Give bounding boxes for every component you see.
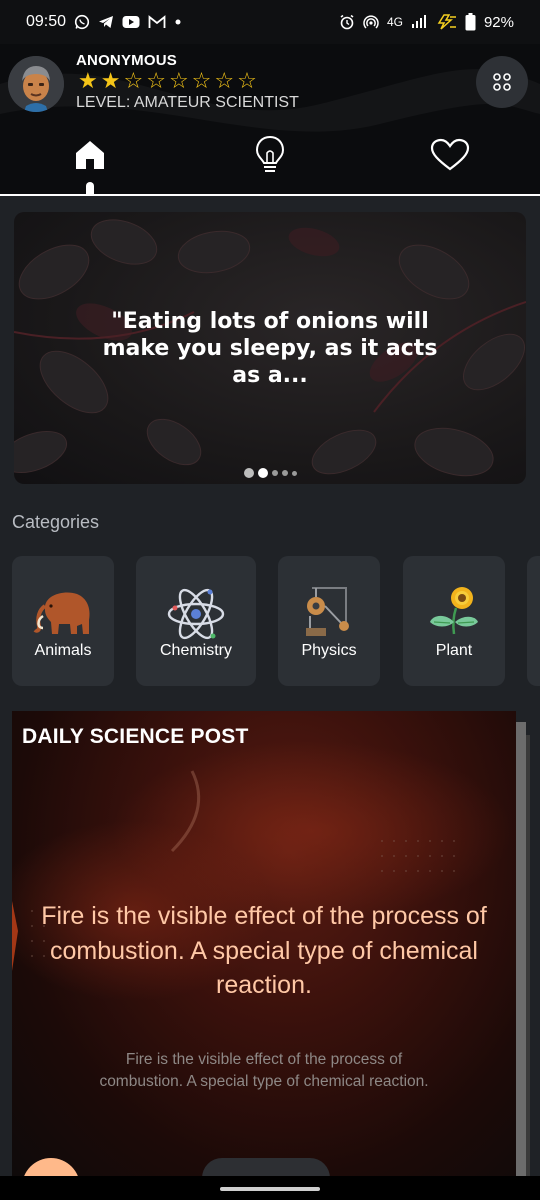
signal-icon bbox=[411, 15, 427, 29]
home-gesture-bar[interactable] bbox=[220, 1187, 320, 1191]
profile-header: ANONYMOUS ★ ★ ☆ ☆ ☆ ☆ ☆ ☆ LEVEL: AMATEUR… bbox=[0, 44, 540, 196]
category-physics[interactable]: Physics bbox=[278, 556, 380, 686]
status-time: 09:50 bbox=[26, 13, 67, 30]
carousel-dot[interactable] bbox=[271, 470, 278, 476]
carousel-dot-active[interactable] bbox=[257, 468, 268, 478]
heart-icon bbox=[430, 138, 470, 171]
category-label: Plant bbox=[435, 642, 473, 659]
top-nav bbox=[0, 130, 540, 186]
daily-science-post[interactable]: DAILY SCIENCE POST Fire is the visible e… bbox=[12, 711, 516, 1181]
flower-icon bbox=[430, 587, 478, 635]
mammoth-icon bbox=[33, 592, 90, 634]
network-type: 4G bbox=[386, 15, 403, 29]
menu-button[interactable] bbox=[476, 56, 528, 108]
carousel-dot[interactable] bbox=[291, 470, 297, 476]
hotspot-icon bbox=[363, 14, 379, 30]
gmail-icon bbox=[148, 15, 166, 29]
youtube-icon bbox=[122, 15, 140, 29]
fact-carousel[interactable]: "Eating lots of onions will make you sle… bbox=[14, 212, 526, 484]
star-empty-icon: ☆ bbox=[191, 68, 212, 93]
header-divider bbox=[0, 194, 540, 196]
category-animals[interactable]: Animals bbox=[12, 556, 114, 686]
category-plant[interactable]: Plant bbox=[403, 556, 505, 686]
daily-post-caption: Fire is the visible effect of the proces… bbox=[99, 1051, 429, 1090]
star-filled-icon: ★ bbox=[78, 68, 98, 93]
lightbulb-icon bbox=[255, 135, 285, 172]
user-name: ANONYMOUS bbox=[76, 52, 177, 69]
category-label: Animals bbox=[34, 642, 92, 659]
whatsapp-icon bbox=[74, 14, 90, 30]
battery-icon bbox=[465, 13, 476, 31]
battery-level: 92% bbox=[483, 13, 514, 31]
atom-icon bbox=[167, 588, 225, 640]
user-level: LEVEL: AMATEUR SCIENTIST bbox=[76, 94, 299, 111]
nav-ideas-button[interactable] bbox=[240, 130, 300, 180]
pulley-icon bbox=[306, 587, 349, 636]
categories-heading: Categories bbox=[12, 512, 100, 532]
category-label: Chemistry bbox=[159, 642, 232, 659]
card-stack-edge bbox=[516, 722, 526, 1182]
star-empty-icon: ☆ bbox=[123, 68, 144, 93]
star-empty-icon: ☆ bbox=[214, 68, 235, 93]
category-chemistry[interactable]: Chemistry bbox=[136, 556, 256, 686]
telegram-icon bbox=[98, 15, 114, 29]
daily-post-headline: Fire is the visible effect of the proces… bbox=[41, 902, 487, 999]
nav-home-button[interactable] bbox=[60, 130, 120, 180]
category-next-partial[interactable] bbox=[527, 556, 540, 686]
rating-stars: ★ ★ ☆ ☆ ☆ ☆ ☆ ☆ bbox=[78, 68, 257, 94]
alarm-icon bbox=[339, 14, 355, 30]
star-empty-icon: ☆ bbox=[168, 68, 189, 93]
star-empty-icon: ☆ bbox=[146, 68, 166, 93]
star-empty-icon: ☆ bbox=[237, 68, 257, 93]
avatar[interactable] bbox=[8, 56, 64, 112]
category-label: Physics bbox=[301, 642, 357, 659]
status-bar: 09:50 4G 92% bbox=[0, 0, 540, 44]
home-icon bbox=[76, 141, 104, 169]
carousel-dot[interactable] bbox=[243, 468, 254, 478]
star-filled-icon: ★ bbox=[100, 68, 121, 93]
carousel-dot[interactable] bbox=[281, 470, 288, 476]
carousel-pagination bbox=[0, 468, 540, 478]
carousel-fact-text: "Eating lots of onions will make you sle… bbox=[102, 309, 438, 388]
charging-icon bbox=[435, 14, 457, 30]
grid-dots-icon bbox=[493, 73, 511, 91]
card-stack-edge bbox=[526, 735, 530, 1185]
daily-post-title: DAILY SCIENCE POST bbox=[22, 725, 249, 748]
dot-icon bbox=[174, 18, 182, 26]
nav-favorites-button[interactable] bbox=[420, 130, 480, 180]
